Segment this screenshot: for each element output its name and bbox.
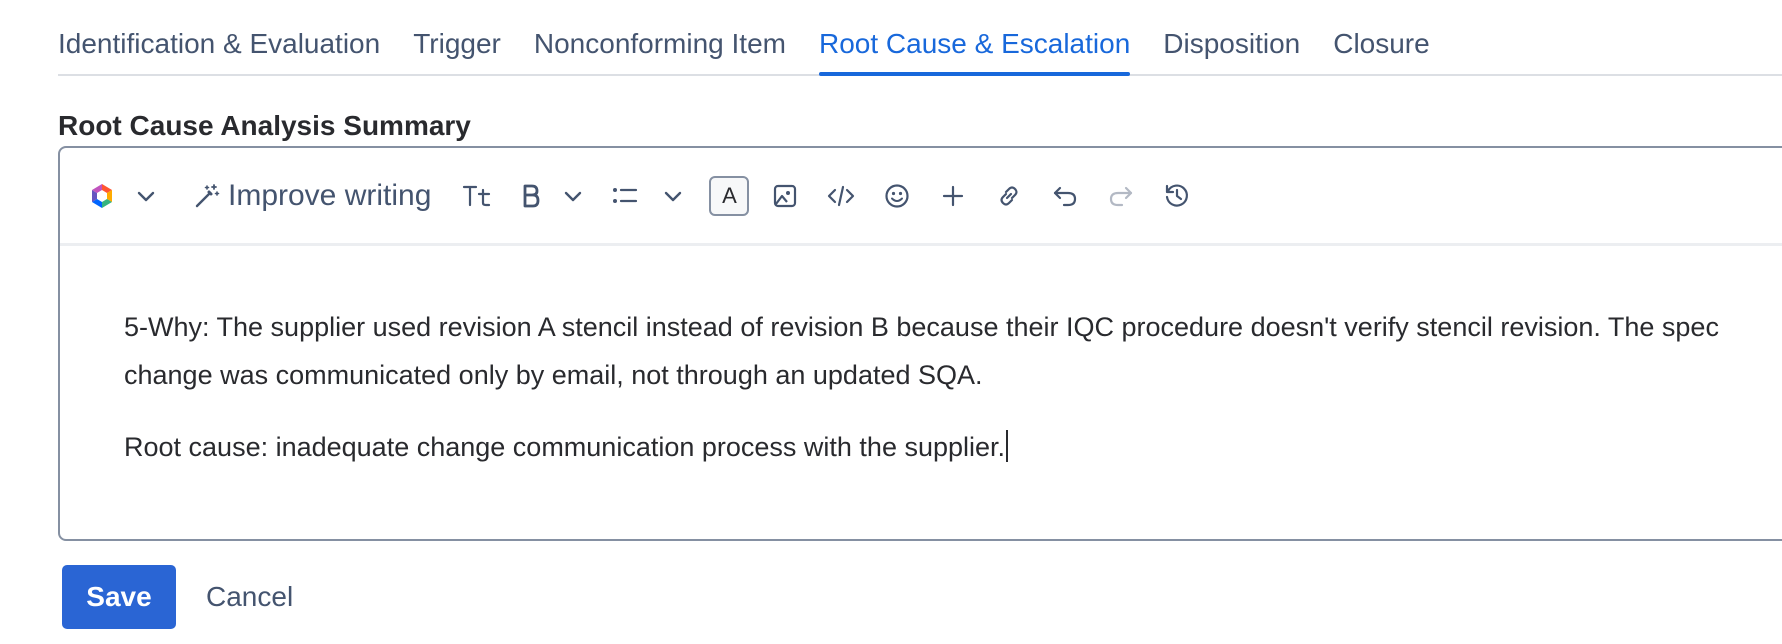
chevron-down-icon: [565, 191, 582, 201]
tab-disposition[interactable]: Disposition: [1163, 0, 1300, 74]
undo-button[interactable]: [1045, 176, 1085, 216]
history-icon: [1166, 183, 1189, 207]
text-size-button[interactable]: [457, 176, 497, 216]
redo-icon: [1110, 186, 1133, 206]
text-cursor: [1006, 430, 1009, 462]
link-button[interactable]: [989, 176, 1029, 216]
cancel-button[interactable]: Cancel: [196, 565, 303, 629]
editor-toolbar: Improve writing A: [60, 148, 1782, 246]
bold-icon: [524, 184, 540, 207]
editor-content[interactable]: 5-Why: The supplier used revision A sten…: [124, 303, 1756, 495]
undo-icon: [1054, 186, 1077, 206]
text-color-icon: A: [722, 182, 737, 208]
code-button[interactable]: [821, 176, 861, 216]
bold-button[interactable]: [513, 176, 549, 216]
tab-identification-evaluation[interactable]: Identification & Evaluation: [58, 0, 380, 74]
text-color-button[interactable]: A: [709, 175, 750, 216]
list-dropdown[interactable]: [657, 176, 689, 216]
improve-writing-button[interactable]: Improve writing: [194, 176, 431, 216]
paragraph-root-cause: Root cause: inadequate change communicat…: [124, 423, 1756, 471]
list-icon: [613, 187, 638, 203]
insert-button[interactable]: [933, 176, 973, 216]
chevron-down-icon: [137, 191, 155, 201]
text-format-dropdown[interactable]: [557, 176, 589, 216]
chevron-down-icon: [665, 191, 682, 201]
list-button[interactable]: [607, 176, 643, 216]
tab-root-cause-escalation[interactable]: Root Cause & Escalation: [818, 0, 1131, 76]
magic-wand-icon: [195, 183, 220, 207]
page: Identification & Evaluation Trigger Nonc…: [0, 0, 1782, 644]
field-label-root-cause-summary: Root Cause Analysis Summary: [58, 110, 471, 141]
code-icon: [828, 185, 855, 206]
paragraph-root-cause-text: Root cause: inadequate change communicat…: [124, 432, 1006, 462]
emoji-button[interactable]: [877, 176, 917, 216]
tab-closure[interactable]: Closure: [1333, 0, 1429, 74]
version-history-button[interactable]: [1157, 176, 1197, 216]
rich-text-editor: Improve writing A 5-Why: The supplier us…: [58, 146, 1782, 541]
ai-assistant-icon: [92, 183, 112, 208]
plus-icon: [943, 185, 964, 206]
image-icon: [774, 184, 797, 207]
emoji-icon: [885, 183, 910, 208]
redo-button[interactable]: [1101, 176, 1141, 216]
ai-options-dropdown[interactable]: [130, 176, 162, 216]
improve-writing-label: Improve writing: [228, 178, 432, 212]
text-size-icon: [463, 185, 491, 206]
ai-assistant-button[interactable]: [86, 176, 118, 216]
link-icon: [1000, 185, 1018, 206]
tab-bar: Identification & Evaluation Trigger Nonc…: [58, 0, 1782, 76]
save-button[interactable]: Save: [62, 565, 176, 629]
tab-trigger[interactable]: Trigger: [413, 0, 501, 74]
tab-nonconforming-item[interactable]: Nonconforming Item: [534, 0, 786, 74]
insert-image-button[interactable]: [765, 176, 805, 216]
paragraph-5-why: 5-Why: The supplier used revision A sten…: [124, 312, 1719, 390]
